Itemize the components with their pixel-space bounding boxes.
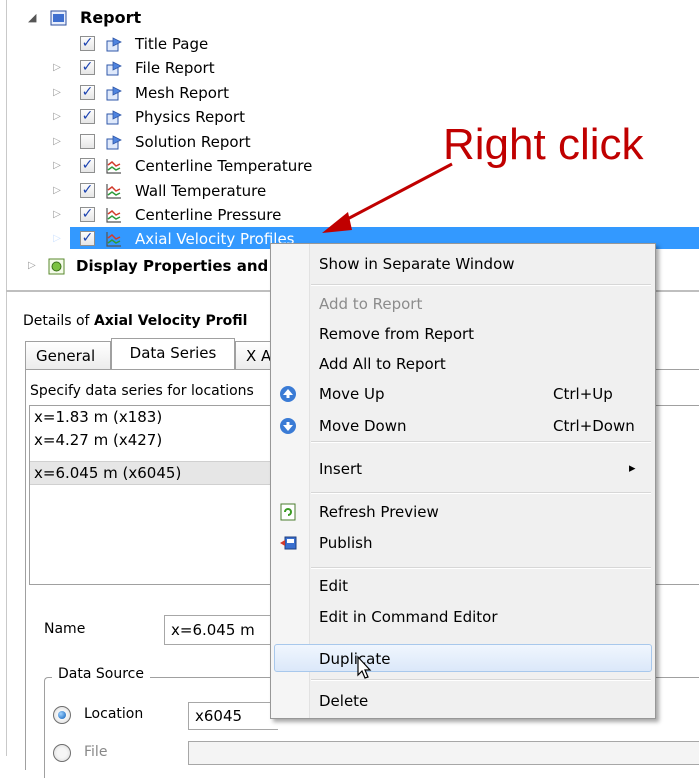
- expand-icon[interactable]: ▷: [52, 179, 62, 203]
- file-radio[interactable]: [53, 744, 71, 762]
- list-item[interactable]: x=1.83 m (x183): [30, 406, 162, 428]
- visibility-checkbox[interactable]: ✓: [80, 85, 95, 100]
- menu-separator: [311, 441, 651, 443]
- expand-icon[interactable]: ▷: [52, 56, 62, 80]
- right-click-annotation: Right click: [443, 120, 644, 169]
- report-item-icon: [106, 135, 122, 150]
- tree-item-label: Solution Report: [135, 133, 251, 151]
- mouse-pointer-icon: [357, 655, 372, 679]
- menu-item-duplicate[interactable]: Duplicate: [319, 647, 390, 671]
- expand-icon[interactable]: ▷: [52, 227, 62, 251]
- menu-item-edit[interactable]: Edit: [319, 574, 348, 598]
- tab-data-series[interactable]: Data Series: [111, 338, 235, 369]
- name-field[interactable]: x=6.045 m: [164, 615, 274, 645]
- menu-item-add-all-to-report[interactable]: Add All to Report: [319, 352, 446, 376]
- context-menu: Show in Separate Window Add to Report Remo…: [270, 243, 656, 719]
- visibility-checkbox[interactable]: [80, 134, 95, 149]
- tree-item-display-properties[interactable]: ▷ Display Properties and: [28, 254, 288, 278]
- file-field[interactable]: [188, 741, 699, 765]
- refresh-icon: [280, 503, 296, 521]
- arrow-down-icon: [280, 418, 296, 434]
- menu-item-move-down[interactable]: Move Down: [319, 414, 407, 438]
- report-item-icon: [106, 37, 122, 52]
- location-radio[interactable]: [53, 706, 71, 724]
- name-label: Name: [44, 621, 86, 637]
- report-item-icon: [106, 61, 122, 76]
- chart-icon: [106, 208, 121, 223]
- menu-item-delete[interactable]: Delete: [319, 689, 368, 713]
- data-source-label: Data Source: [52, 666, 150, 682]
- visibility-checkbox[interactable]: ✓: [80, 183, 95, 198]
- expand-icon[interactable]: ▷: [52, 105, 62, 129]
- display-properties-label: Display Properties and: [76, 257, 269, 275]
- expand-icon[interactable]: ▷: [52, 154, 62, 178]
- expand-icon[interactable]: ▷: [28, 254, 36, 278]
- tree-item[interactable]: ▷ ✓ Physics Report: [50, 105, 350, 129]
- report-item-icon: [106, 86, 122, 101]
- tree-item-label: Physics Report: [135, 108, 245, 126]
- details-title: Details of Axial Velocity Profil: [23, 313, 248, 329]
- collapse-icon[interactable]: ◢: [28, 6, 36, 30]
- window-edge: [6, 0, 7, 292]
- chart-icon: [106, 159, 121, 174]
- menu-item-remove-from-report[interactable]: Remove from Report: [319, 322, 474, 346]
- tree-item-label: Centerline Temperature: [135, 157, 313, 175]
- location-field[interactable]: x6045: [188, 702, 278, 730]
- chart-icon: [106, 184, 121, 199]
- menu-item-edit-in-command-editor[interactable]: Edit in Command Editor: [319, 605, 498, 629]
- menu-item-publish[interactable]: Publish: [319, 531, 372, 555]
- tree-item-label: Mesh Report: [135, 84, 229, 102]
- expand-icon[interactable]: ▷: [52, 130, 62, 154]
- tree-item-report[interactable]: ◢ Report: [28, 6, 228, 30]
- report-folder-icon: [50, 10, 67, 26]
- menu-separator: [311, 567, 651, 569]
- visibility-checkbox[interactable]: ✓: [80, 207, 95, 222]
- file-label: File: [84, 744, 108, 760]
- tree-item-label: File Report: [135, 59, 215, 77]
- tab-general[interactable]: General: [25, 341, 111, 369]
- menu-separator: [311, 492, 651, 494]
- tree-item-label: Centerline Pressure: [135, 206, 282, 224]
- menu-item-show-in-separate-window[interactable]: Show in Separate Window: [319, 252, 515, 276]
- arrow-up-icon: [280, 386, 296, 402]
- visibility-checkbox[interactable]: ✓: [80, 231, 95, 246]
- display-properties-icon: [48, 258, 65, 275]
- tree-item[interactable]: ▷ ✓ Mesh Report: [50, 81, 350, 105]
- menu-shortcut: Ctrl+Down: [553, 417, 635, 435]
- menu-separator: [311, 284, 651, 286]
- menu-item-add-to-report: Add to Report: [319, 295, 423, 313]
- publish-icon: [280, 536, 297, 550]
- visibility-checkbox[interactable]: ✓: [80, 36, 95, 51]
- menu-item-insert[interactable]: Insert: [319, 457, 362, 481]
- window-edge-lower: [6, 292, 7, 756]
- submenu-arrow-icon: ▸: [629, 461, 636, 476]
- tree-item[interactable]: ✓ Title Page: [50, 32, 350, 56]
- annotation-arrow: [322, 162, 453, 233]
- data-series-instruction: Specify data series for locations: [30, 383, 254, 399]
- menu-item-refresh-preview[interactable]: Refresh Preview: [319, 500, 439, 524]
- list-item[interactable]: x=6.045 m (x6045): [30, 462, 181, 484]
- visibility-checkbox[interactable]: ✓: [80, 60, 95, 75]
- tree-item-label: Wall Temperature: [135, 182, 267, 200]
- tree-item-label: Title Page: [135, 35, 209, 53]
- visibility-checkbox[interactable]: ✓: [80, 158, 95, 173]
- menu-shortcut: Ctrl+Up: [553, 385, 613, 403]
- chart-icon: [106, 232, 121, 247]
- tree-item[interactable]: ▷ Solution Report: [50, 130, 350, 154]
- tree-item[interactable]: ▷ ✓ File Report: [50, 56, 350, 80]
- menu-item-move-up[interactable]: Move Up: [319, 382, 385, 406]
- list-item[interactable]: x=4.27 m (x427): [30, 429, 162, 451]
- visibility-checkbox[interactable]: ✓: [80, 109, 95, 124]
- tree-root-label: Report: [80, 8, 142, 27]
- location-label: Location: [84, 706, 144, 722]
- report-item-icon: [106, 110, 122, 125]
- expand-icon[interactable]: ▷: [52, 81, 62, 105]
- expand-icon[interactable]: ▷: [52, 203, 62, 227]
